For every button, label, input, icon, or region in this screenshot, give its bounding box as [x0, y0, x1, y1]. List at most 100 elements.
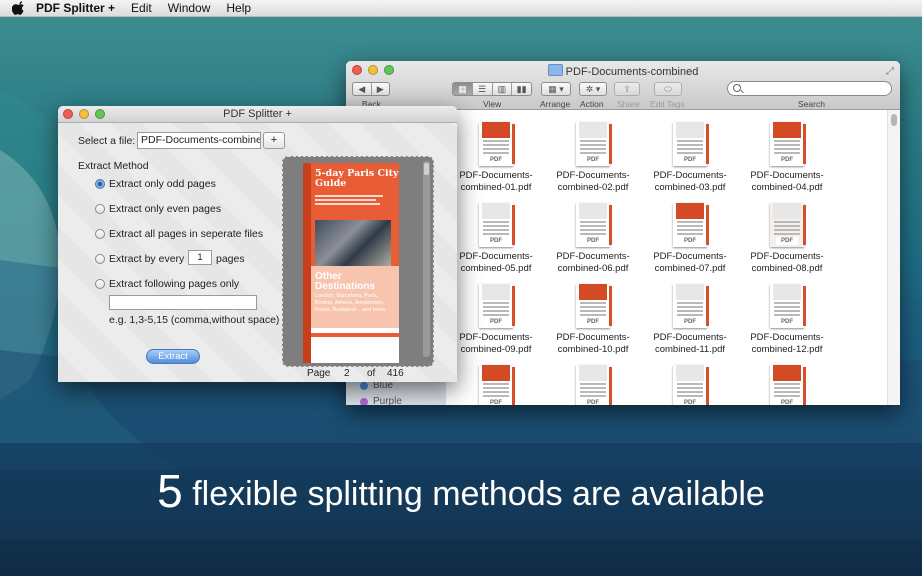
- file-name-line1: PDF-Documents-: [459, 251, 533, 262]
- file-item[interactable]: PDF PDF-Documents-combined-07.pdf: [645, 200, 735, 275]
- radio-following-pages[interactable]: Extract following pages only: [95, 278, 239, 290]
- file-name-line2: combined-04.pdf: [751, 182, 823, 193]
- coverflow-view-icon[interactable]: ▮▮: [512, 83, 531, 95]
- file-name-line2: combined-08.pdf: [751, 263, 823, 274]
- pdf-file-icon: PDF: [673, 284, 709, 328]
- file-name-line2: combined-05.pdf: [460, 263, 532, 274]
- menu-window[interactable]: Window: [168, 1, 211, 15]
- search-label: Search: [798, 99, 825, 109]
- finder-title: PDF-Documents-combined: [346, 64, 900, 78]
- share-label: Share: [617, 99, 640, 109]
- file-name-line2: combined-06.pdf: [557, 263, 629, 274]
- back-arrow-icon[interactable]: ◀: [353, 83, 372, 95]
- file-item[interactable]: PDF PDF-Documents-combined-06.pdf: [548, 200, 638, 275]
- pager-of-label: of: [367, 368, 376, 379]
- search-input[interactable]: [727, 81, 892, 96]
- menu-app-name[interactable]: PDF Splitter +: [36, 1, 115, 15]
- pdf-file-icon: PDF: [770, 284, 806, 328]
- pdf-file-icon: PDF: [576, 203, 612, 247]
- file-item[interactable]: PDF PDF-Documents-combined-08.pdf: [742, 200, 832, 275]
- file-item[interactable]: PDF: [451, 362, 541, 405]
- pdf-file-icon: PDF: [770, 203, 806, 247]
- pdf-file-icon: PDF: [576, 284, 612, 328]
- file-item[interactable]: PDF PDF-Documents-combined-10.pdf: [548, 281, 638, 356]
- pdf-file-icon: PDF: [576, 122, 612, 166]
- preview-destinations-box: Other Destinations London, Barcelona, Pa…: [311, 266, 399, 328]
- radio-odd-pages[interactable]: Extract only odd pages: [95, 178, 216, 190]
- sidebar-tag-purple[interactable]: Purple: [360, 396, 402, 405]
- file-item[interactable]: PDF: [742, 362, 832, 405]
- finder-scrollbar[interactable]: [887, 110, 900, 405]
- pager-total-pages: 416: [387, 368, 404, 379]
- apple-logo-icon[interactable]: [12, 1, 26, 15]
- list-view-icon[interactable]: ☰: [473, 83, 493, 95]
- edit-tags-button[interactable]: ⬭: [654, 82, 682, 96]
- finder-toolbar: PDF-Documents-combined ⤢ ◀ ▶ Back ▦ ☰ ▥ …: [346, 61, 900, 110]
- file-item[interactable]: PDF PDF-Documents-combined-11.pdf: [645, 281, 735, 356]
- action-button[interactable]: ✲ ▾: [579, 82, 607, 96]
- file-item[interactable]: PDF: [645, 362, 735, 405]
- file-name-line1: PDF-Documents-: [459, 170, 533, 181]
- extract-button[interactable]: Extract: [146, 349, 200, 364]
- column-view-icon[interactable]: ▥: [493, 83, 513, 95]
- icon-view-icon[interactable]: ▦: [453, 83, 473, 95]
- pdf-file-icon: PDF: [770, 122, 806, 166]
- pdf-file-icon: PDF: [479, 203, 515, 247]
- preview-subheading: Other Destinations: [315, 271, 376, 292]
- page-range-field[interactable]: [109, 295, 257, 310]
- view-label: View: [483, 99, 502, 109]
- file-name-line1: PDF-Documents-: [653, 332, 727, 343]
- arrange-label: Arrange: [540, 99, 571, 109]
- file-grid: PDF PDF-Documents-combined-01.pdf PDF PDF-D…: [447, 110, 887, 405]
- radio-even-pages[interactable]: Extract only even pages: [95, 203, 221, 215]
- menu-help[interactable]: Help: [226, 1, 251, 15]
- share-button[interactable]: ⇪: [614, 82, 640, 96]
- file-name-line2: combined-10.pdf: [557, 344, 629, 355]
- file-name-line1: PDF-Documents-: [653, 170, 727, 181]
- page-range-hint: e.g. 1,3-5,15 (comma,without space): [109, 314, 280, 326]
- arrange-button[interactable]: ▦ ▾: [541, 82, 571, 96]
- file-item[interactable]: PDF PDF-Documents-combined-05.pdf: [451, 200, 541, 275]
- pdf-file-icon: PDF: [479, 284, 515, 328]
- pager-current-page[interactable]: 2: [344, 368, 350, 379]
- file-item[interactable]: PDF: [548, 362, 638, 405]
- file-path-field[interactable]: PDF-Documents-combined: [137, 132, 261, 149]
- file-item[interactable]: PDF PDF-Documents-combined-01.pdf: [451, 119, 541, 194]
- banner-caption: flexible splitting methods are available: [192, 475, 765, 513]
- file-item[interactable]: PDF PDF-Documents-combined-09.pdf: [451, 281, 541, 356]
- splitter-titlebar: PDF Splitter +: [58, 106, 457, 123]
- radio-unselected-icon: [95, 229, 105, 239]
- pdf-file-icon: PDF: [479, 122, 515, 166]
- tag-icon: ⬭: [664, 83, 672, 94]
- radio-every-n-pages[interactable]: Extract by every: [95, 253, 184, 265]
- pdf-preview-panel[interactable]: 5-day Paris City Guide Other Destination…: [282, 156, 434, 367]
- extract-method-label: Extract Method: [78, 160, 149, 172]
- preview-cities: London, Barcelona, Paris, Boston, Athens…: [315, 293, 386, 313]
- file-name-line1: PDF-Documents-: [750, 332, 824, 343]
- search-icon: [733, 84, 741, 92]
- pages-suffix-label: pages: [216, 253, 245, 265]
- pdf-file-icon: PDF: [673, 365, 709, 405]
- menu-edit[interactable]: Edit: [131, 1, 152, 15]
- every-n-pages-field[interactable]: 1: [188, 250, 212, 265]
- file-name-line1: PDF-Documents-: [750, 251, 824, 262]
- share-icon: ⇪: [623, 83, 631, 94]
- radio-all-pages[interactable]: Extract all pages in seperate files: [95, 228, 263, 240]
- fullscreen-icon[interactable]: ⤢: [886, 66, 894, 77]
- file-name-line1: PDF-Documents-: [556, 251, 630, 262]
- preview-scrollbar[interactable]: [423, 161, 430, 357]
- file-item[interactable]: PDF PDF-Documents-combined-03.pdf: [645, 119, 735, 194]
- blue-tag-dot-icon: [360, 381, 368, 390]
- file-item[interactable]: PDF PDF-Documents-combined-04.pdf: [742, 119, 832, 194]
- radio-unselected-icon: [95, 204, 105, 214]
- file-name-line1: PDF-Documents-: [556, 170, 630, 181]
- file-name-line2: combined-11.pdf: [654, 344, 726, 355]
- file-item[interactable]: PDF PDF-Documents-combined-02.pdf: [548, 119, 638, 194]
- back-forward-control: ◀ ▶: [352, 82, 390, 96]
- pdf-file-icon: PDF: [576, 365, 612, 405]
- add-file-button[interactable]: +: [263, 132, 285, 149]
- pdf-file-icon: PDF: [673, 203, 709, 247]
- file-item[interactable]: PDF PDF-Documents-combined-12.pdf: [742, 281, 832, 356]
- forward-arrow-icon[interactable]: ▶: [372, 83, 390, 95]
- pdf-file-icon: PDF: [673, 122, 709, 166]
